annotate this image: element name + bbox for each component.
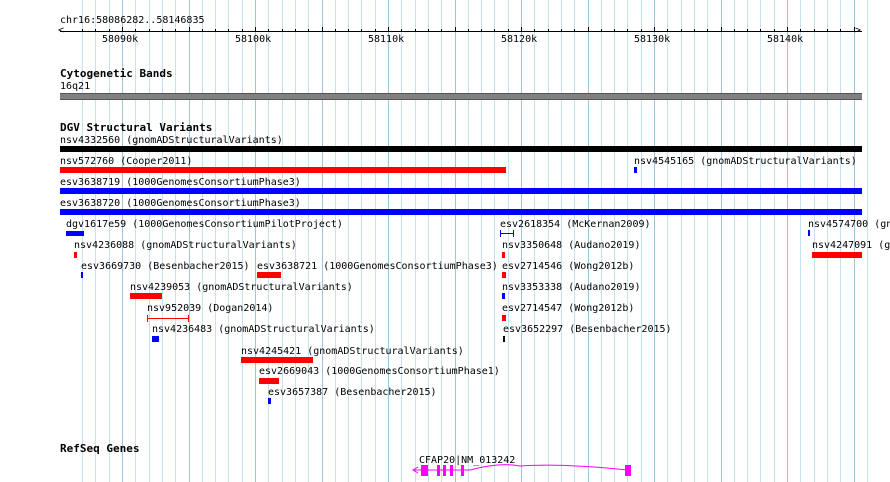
ruler-tick	[641, 29, 642, 31]
ruler-tick	[814, 29, 815, 31]
ruler-tick	[588, 27, 589, 31]
ruler-tick	[109, 29, 110, 31]
ruler-tick	[494, 29, 495, 31]
ruler-tick-label: 58090k	[102, 34, 139, 45]
ruler-tick	[774, 29, 775, 31]
ruler-tick	[747, 29, 748, 31]
ruler-tick	[707, 29, 708, 31]
ruler-tick	[282, 29, 283, 31]
ruler-tick	[827, 29, 828, 31]
ruler-tick	[135, 29, 136, 31]
ruler-tick	[481, 29, 482, 31]
ruler-tick-label: 58110k	[368, 34, 405, 45]
ruler-tick	[189, 27, 190, 31]
ruler-tick	[614, 29, 615, 31]
ruler-tick	[521, 27, 522, 31]
ruler-tick	[667, 29, 668, 31]
genome-browser-panel: chr16:58086282..58146835 < > Cytogenetic…	[0, 0, 890, 482]
ruler-tick	[508, 29, 509, 31]
ruler-tick	[149, 29, 150, 31]
ruler-tick	[428, 29, 429, 31]
ruler-tick	[561, 29, 562, 31]
ruler-tick	[854, 27, 855, 31]
ruler-tick	[681, 29, 682, 31]
ruler-tick-label: 58130k	[634, 34, 671, 45]
ruler-tick	[255, 27, 256, 31]
ruler-tick-label: 58120k	[501, 34, 538, 45]
ruler-tick	[175, 29, 176, 31]
ruler-tick	[721, 27, 722, 31]
ruler-tick	[388, 27, 389, 31]
ruler-tick	[787, 27, 788, 31]
ruler-tick	[215, 29, 216, 31]
ruler-tick	[295, 29, 296, 31]
ruler-tick	[627, 29, 628, 31]
ruler-tick	[441, 29, 442, 31]
ruler-tick-label: 58140k	[767, 34, 804, 45]
ruler-tick	[335, 29, 336, 31]
ruler-tick	[202, 29, 203, 31]
ruler-tick	[82, 29, 83, 31]
ruler-tick	[601, 29, 602, 31]
ruler-tick	[468, 29, 469, 31]
ruler-tick	[162, 29, 163, 31]
ruler-tick	[840, 29, 841, 31]
ruler-tick	[361, 29, 362, 31]
ruler-tick	[322, 27, 323, 31]
ruler-tick	[455, 27, 456, 31]
ruler-tick	[734, 29, 735, 31]
ruler-tick	[415, 29, 416, 31]
ruler-tick	[548, 29, 549, 31]
ruler-tick	[694, 29, 695, 31]
ruler-tick	[375, 29, 376, 31]
ruler-tick	[348, 29, 349, 31]
ruler-tick	[401, 29, 402, 31]
ruler-tick	[308, 29, 309, 31]
ruler-tick	[574, 29, 575, 31]
ruler-tick	[242, 29, 243, 31]
ruler-tick	[800, 29, 801, 31]
ruler-tick	[95, 29, 96, 31]
ruler-tick	[122, 27, 123, 31]
ruler-tick-label: 58100k	[235, 34, 272, 45]
ruler-tick	[654, 27, 655, 31]
ruler-tick	[268, 29, 269, 31]
gene-model[interactable]	[0, 0, 890, 482]
ruler-tick	[760, 29, 761, 31]
ruler-tick	[228, 29, 229, 31]
ruler-tick	[534, 29, 535, 31]
